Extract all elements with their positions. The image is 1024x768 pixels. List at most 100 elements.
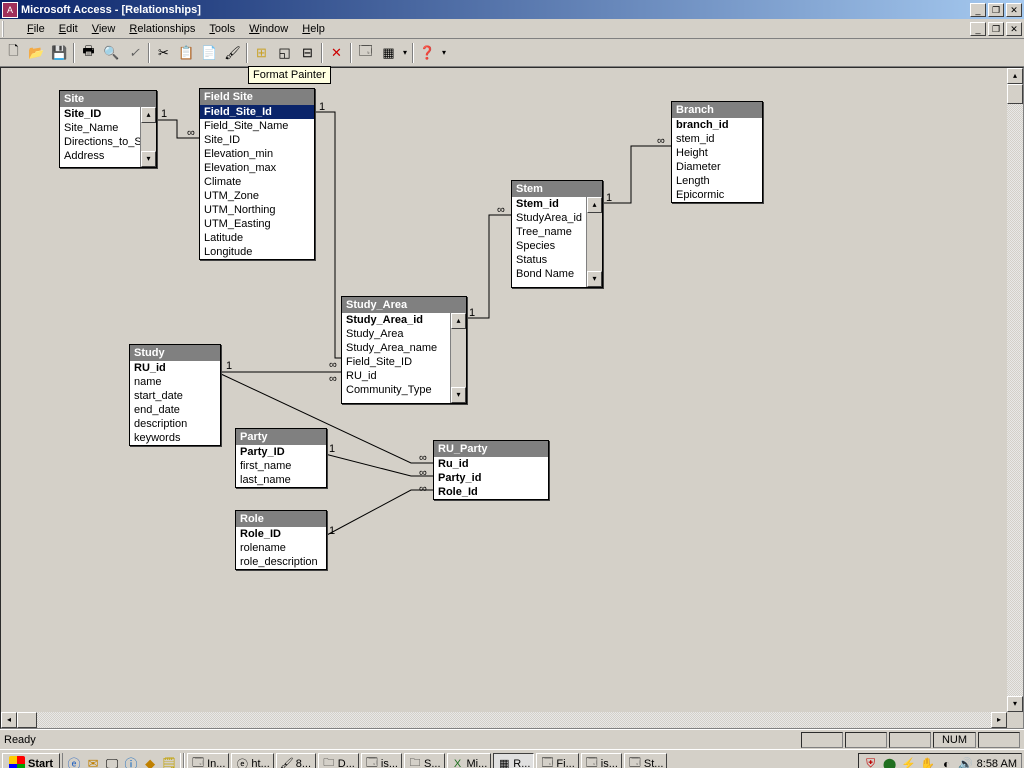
menu-relationships[interactable]: Relationships <box>122 21 202 37</box>
diagram-canvas[interactable]: 1 ∞ 1 ∞ 1 ∞ 1 ∞ 1 ∞ ∞ 1 ∞ <box>1 68 1007 712</box>
clear-layout-button[interactable]: ✕ <box>325 42 348 64</box>
start-button[interactable]: Start <box>2 753 60 768</box>
field[interactable]: Bond Name <box>512 267 586 281</box>
field[interactable]: Study_Area_name <box>342 341 450 355</box>
table-study-area-header[interactable]: Study_Area <box>342 297 466 313</box>
format-painter-button[interactable]: 🖌 <box>221 42 244 64</box>
field[interactable]: Stem_id <box>512 197 586 211</box>
tray-volume-icon[interactable]: 🔊 <box>958 756 974 768</box>
table-branch[interactable]: Branch branch_id stem_id Height Diameter… <box>671 101 763 203</box>
new-button[interactable]: 🗋 <box>2 42 25 64</box>
copy-button[interactable]: 📋 <box>175 42 198 64</box>
cut-button[interactable]: ✂ <box>152 42 175 64</box>
ql-app-icon[interactable]: ◆ <box>141 755 159 768</box>
task-button[interactable]: XMi... <box>447 753 492 768</box>
field[interactable]: UTM_Zone <box>200 189 314 203</box>
print-preview-button[interactable]: 🔍 <box>100 42 123 64</box>
task-button[interactable]: 🗔is... <box>581 753 622 768</box>
field[interactable]: RU_id <box>130 361 220 375</box>
new-object-dropdown[interactable]: ▾ <box>400 48 410 57</box>
field[interactable]: Field_Site_ID <box>342 355 450 369</box>
field[interactable]: Study_Area <box>342 327 450 341</box>
field[interactable]: UTM_Easting <box>200 217 314 231</box>
task-button[interactable]: 🗔In... <box>187 753 229 768</box>
field[interactable]: Ru_id <box>434 457 548 471</box>
field[interactable]: Latitude <box>200 231 314 245</box>
scrollbar[interactable]: ▴▾ <box>140 107 156 167</box>
field[interactable]: role_description <box>236 555 326 569</box>
field[interactable]: Community_Type <box>342 383 450 397</box>
field[interactable]: Site_ID <box>60 107 140 121</box>
menu-file[interactable]: File <box>20 21 52 37</box>
table-field-site[interactable]: Field Site Field_Site_Id Field_Site_Name… <box>199 88 315 260</box>
scrollbar[interactable]: ▴▾ <box>450 313 466 403</box>
task-button[interactable]: 🗔Fi... <box>536 753 578 768</box>
ql-info-icon[interactable]: ⓘ <box>122 755 140 768</box>
field[interactable]: Study_Area_id <box>342 313 450 327</box>
show-table-button[interactable]: ⊞ <box>250 42 273 64</box>
field[interactable]: rolename <box>236 541 326 555</box>
ql-outlook-icon[interactable]: ✉ <box>84 755 102 768</box>
mdi-minimize-button[interactable]: _ <box>970 22 986 36</box>
table-party[interactable]: Party Party_ID first_name last_name <box>235 428 327 488</box>
table-field-site-header[interactable]: Field Site <box>200 89 314 105</box>
tray-bolt-icon[interactable]: ⚡ <box>901 756 917 768</box>
workspace-vscroll[interactable]: ▴ ▾ <box>1007 68 1023 712</box>
field[interactable]: UTM_Northing <box>200 203 314 217</box>
field[interactable]: Tree_name <box>512 225 586 239</box>
relationships-workspace[interactable]: 1 ∞ 1 ∞ 1 ∞ 1 ∞ 1 ∞ ∞ 1 ∞ <box>0 67 1024 729</box>
field[interactable]: Address <box>60 149 140 163</box>
field[interactable]: Longitude <box>200 245 314 259</box>
field[interactable]: first_name <box>236 459 326 473</box>
scroll-left-icon[interactable]: ◂ <box>1 712 17 728</box>
mdi-close-button[interactable]: ✕ <box>1006 22 1022 36</box>
table-site[interactable]: Site Site_ID Site_Name Directions_to_Si … <box>59 90 157 168</box>
menu-help[interactable]: Help <box>295 21 332 37</box>
field[interactable]: Epicormic <box>672 188 762 202</box>
field[interactable]: RU_id <box>342 369 450 383</box>
field[interactable]: Party_id <box>434 471 548 485</box>
open-button[interactable]: 📂 <box>25 42 48 64</box>
ql-note-icon[interactable]: 🗒 <box>160 755 178 768</box>
task-button[interactable]: 🖌8... <box>276 753 316 768</box>
field[interactable]: Diameter <box>672 160 762 174</box>
show-direct-button[interactable]: ◱ <box>273 42 296 64</box>
task-button[interactable]: 🗀D... <box>318 753 359 768</box>
table-site-header[interactable]: Site <box>60 91 156 107</box>
task-button-active[interactable]: ▦R... <box>493 753 534 768</box>
table-role[interactable]: Role Role_ID rolename role_description <box>235 510 327 570</box>
field[interactable]: Directions_to_Si <box>60 135 140 149</box>
field[interactable]: Site_ID <box>200 133 314 147</box>
minimize-button[interactable]: _ <box>970 3 986 17</box>
field[interactable]: Status <box>512 253 586 267</box>
field[interactable]: Role_Id <box>434 485 548 499</box>
scrollbar[interactable]: ▴▾ <box>586 197 602 287</box>
field[interactable]: description <box>130 417 220 431</box>
help-button[interactable]: ❓ <box>416 42 439 64</box>
restore-button[interactable]: ❐ <box>988 3 1004 17</box>
table-stem-header[interactable]: Stem <box>512 181 602 197</box>
menu-tools[interactable]: Tools <box>202 21 242 37</box>
new-object-button[interactable]: ▦ <box>377 42 400 64</box>
tray-clock[interactable]: 8:58 AM <box>977 758 1017 768</box>
table-stem[interactable]: Stem Stem_id StudyArea_id Tree_name Spec… <box>511 180 603 288</box>
menu-window[interactable]: Window <box>242 21 295 37</box>
field[interactable]: last_name <box>236 473 326 487</box>
menu-edit[interactable]: Edit <box>52 21 85 37</box>
close-button[interactable]: ✕ <box>1006 3 1022 17</box>
tray-shield-icon[interactable]: ⛨ <box>863 756 879 768</box>
database-window-button[interactable]: 🗔 <box>354 42 377 64</box>
scroll-right-icon[interactable]: ▸ <box>991 712 1007 728</box>
help-dropdown[interactable]: ▾ <box>439 48 449 57</box>
tray-traffic-icon[interactable]: ⬤ <box>882 756 898 768</box>
field[interactable]: start_date <box>130 389 220 403</box>
field[interactable]: Elevation_max <box>200 161 314 175</box>
field[interactable]: StudyArea_id <box>512 211 586 225</box>
paste-button[interactable]: 📄 <box>198 42 221 64</box>
mdi-restore-button[interactable]: ❐ <box>988 22 1004 36</box>
field[interactable]: Role_ID <box>236 527 326 541</box>
table-branch-header[interactable]: Branch <box>672 102 762 118</box>
menu-view[interactable]: View <box>85 21 123 37</box>
tray-hand-icon[interactable]: ✋ <box>920 756 936 768</box>
save-button[interactable]: 💾 <box>48 42 71 64</box>
